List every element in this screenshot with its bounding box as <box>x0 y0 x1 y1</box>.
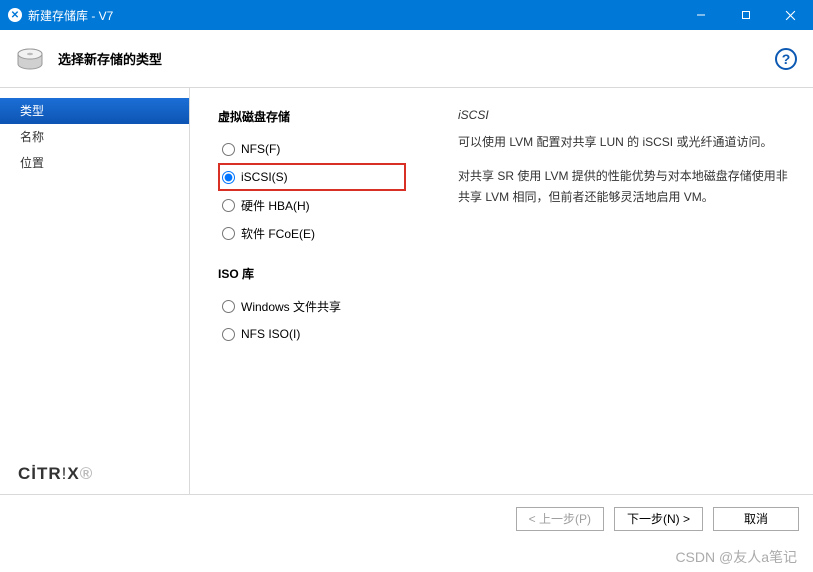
virtual-radio-0[interactable] <box>222 143 235 156</box>
close-button[interactable] <box>768 0 813 30</box>
cancel-button[interactable]: 取消 <box>713 507 799 531</box>
window-title: 新建存储库 - V7 <box>28 7 113 24</box>
description-para-2: 对共享 SR 使用 LVM 提供的性能优势与对本地磁盘存储使用非共享 LVM 相… <box>458 166 795 207</box>
watermark: CSDN @友人a笔记 <box>0 542 813 572</box>
prev-button[interactable]: < 上一步(P) <box>516 507 604 531</box>
header-title: 选择新存储的类型 <box>58 49 162 68</box>
minimize-button[interactable] <box>678 0 723 30</box>
wizard-body: 类型名称位置 CİTR!X® 虚拟磁盘存储 NFS(F) iSCSI(S) 硬件 H… <box>0 88 813 494</box>
citrix-logo: CİTR!X® <box>0 464 189 494</box>
virtual-storage-heading: 虚拟磁盘存储 <box>218 108 418 125</box>
maximize-button[interactable] <box>723 0 768 30</box>
options-column: 虚拟磁盘存储 NFS(F) iSCSI(S) 硬件 HBA(H) 软件 FCoE(E)… <box>218 108 418 484</box>
wizard-content: 虚拟磁盘存储 NFS(F) iSCSI(S) 硬件 HBA(H) 软件 FCoE(E)… <box>190 88 813 494</box>
virtual-label-2: 硬件 HBA(H) <box>241 197 310 214</box>
iso-option-1[interactable]: NFS ISO(I) <box>218 320 418 348</box>
iso-option-0[interactable]: Windows 文件共享 <box>218 292 418 320</box>
app-icon: ✕ <box>8 8 22 22</box>
iso-label-0: Windows 文件共享 <box>241 298 341 315</box>
virtual-label-3: 软件 FCoE(E) <box>241 225 315 242</box>
sidebar-step-2[interactable]: 位置 <box>0 150 189 176</box>
storage-icon <box>16 48 44 70</box>
wizard-sidebar: 类型名称位置 CİTR!X® <box>0 88 190 494</box>
virtual-radio-3[interactable] <box>222 227 235 240</box>
virtual-option-2[interactable]: 硬件 HBA(H) <box>218 191 418 219</box>
iso-library-heading: ISO 库 <box>218 265 418 282</box>
titlebar: ✕ 新建存储库 - V7 <box>0 0 813 30</box>
iso-radio-1[interactable] <box>222 328 235 341</box>
virtual-label-1: iSCSI(S) <box>241 170 288 184</box>
iso-radio-0[interactable] <box>222 300 235 313</box>
wizard-header: 选择新存储的类型 ? <box>0 30 813 88</box>
sidebar-step-0[interactable]: 类型 <box>0 98 189 124</box>
virtual-radio-2[interactable] <box>222 199 235 212</box>
sidebar-step-1[interactable]: 名称 <box>0 124 189 150</box>
wizard-footer: < 上一步(P) 下一步(N) > 取消 <box>0 494 813 542</box>
virtual-option-3[interactable]: 软件 FCoE(E) <box>218 219 418 247</box>
window-controls <box>678 0 813 30</box>
virtual-option-0[interactable]: NFS(F) <box>218 135 418 163</box>
description-para-1: 可以使用 LVM 配置对共享 LUN 的 iSCSI 或光纤通道访问。 <box>458 132 795 152</box>
description-column: iSCSI 可以使用 LVM 配置对共享 LUN 的 iSCSI 或光纤通道访问… <box>458 108 795 484</box>
help-icon[interactable]: ? <box>775 48 797 70</box>
next-button[interactable]: 下一步(N) > <box>614 507 703 531</box>
virtual-option-1[interactable]: iSCSI(S) <box>218 163 406 191</box>
iso-label-1: NFS ISO(I) <box>241 327 300 341</box>
virtual-label-0: NFS(F) <box>241 142 280 156</box>
description-title: iSCSI <box>458 108 795 122</box>
virtual-radio-1[interactable] <box>222 171 235 184</box>
